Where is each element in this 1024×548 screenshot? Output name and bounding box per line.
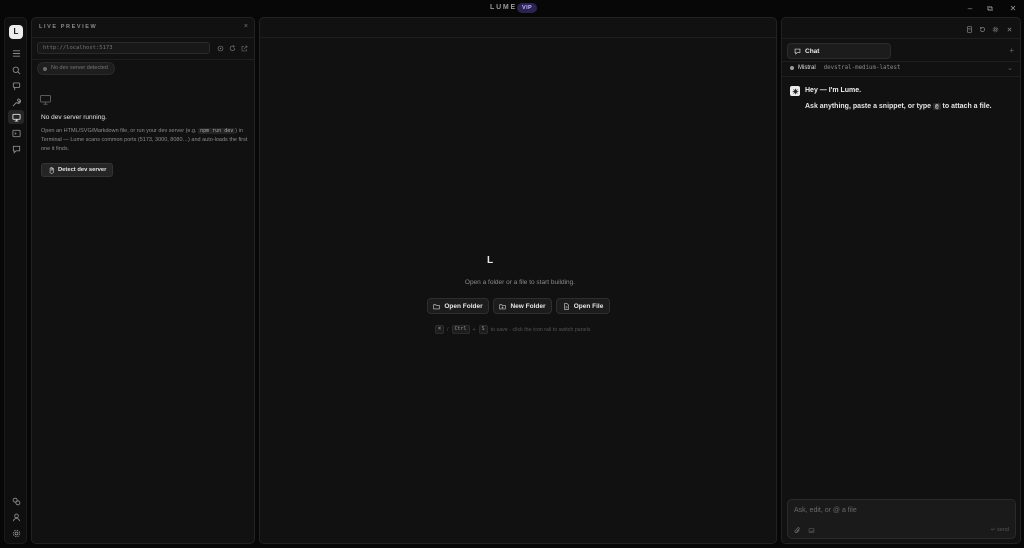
hint-text: to save · click the icon rail to switch … <box>490 326 591 333</box>
wrench-icon[interactable] <box>8 95 24 109</box>
composer-input[interactable]: Ask, edit, or @ a file <box>794 507 857 514</box>
model-selector[interactable]: Mistral devstral-medium-latest <box>790 65 900 71</box>
folder-icon <box>433 303 440 309</box>
model-name: devstral-medium-latest <box>823 65 901 71</box>
status-chip: No dev server detected <box>37 62 115 75</box>
refresh-icon[interactable] <box>227 43 237 53</box>
chat-bubble-icon[interactable] <box>8 142 24 156</box>
settings-icon[interactable] <box>990 24 1001 35</box>
editor-panel: L Open a folder or a file to start build… <box>259 17 777 544</box>
external-link-icon[interactable] <box>239 43 249 53</box>
image-icon[interactable] <box>807 526 816 535</box>
welcome-text: Open a folder or a file to start buildin… <box>464 279 576 286</box>
file-icon <box>563 302 569 310</box>
sparkle-icon <box>792 88 798 94</box>
history-icon[interactable] <box>977 24 988 35</box>
maximize-button[interactable]: ⧉ <box>984 3 996 14</box>
close-panel-button[interactable]: × <box>244 23 248 30</box>
hint-plus: + <box>472 326 476 333</box>
message-text: to attach a file. <box>940 103 992 110</box>
tab-chat[interactable]: Chat <box>787 43 891 59</box>
gear-icon[interactable] <box>8 526 24 540</box>
live-preview-panel: LIVE PREVIEW × No dev server detected No… <box>31 17 255 544</box>
link-icon[interactable] <box>8 494 24 508</box>
app-title: LUME <box>490 4 518 11</box>
close-icon[interactable] <box>1004 24 1015 35</box>
divider <box>782 61 1020 62</box>
desc-text: Open an HTML/SVG/Markdown file, or run y… <box>41 128 199 134</box>
assistant-avatar <box>790 86 800 96</box>
preview-url-input[interactable] <box>37 42 210 54</box>
empty-state-description: Open an HTML/SVG/Markdown file, or run y… <box>41 127 251 155</box>
divider <box>32 37 254 38</box>
open-folder-label: Open Folder <box>444 302 483 310</box>
chat-composer[interactable]: Ask, edit, or @ a file ↵ send <box>787 499 1016 539</box>
chevron-down-icon[interactable]: ⌄ <box>1007 64 1013 72</box>
center-logo: L <box>487 255 494 266</box>
chat-panel: Chat + Mistral devstral-medium-latest ⌄ … <box>781 17 1021 544</box>
vip-badge: VIP <box>517 3 538 13</box>
tab-bar-divider <box>260 37 776 38</box>
divider <box>782 76 1020 77</box>
terminal-icon[interactable] <box>8 126 24 140</box>
notes-icon[interactable] <box>964 24 975 35</box>
status-chip-label: No dev server detected <box>51 65 108 71</box>
activity-rail: L <box>4 17 27 544</box>
new-folder-label: New Folder <box>510 302 546 310</box>
assistant-message: Ask anything, paste a snippet, or type @… <box>805 103 992 110</box>
title-bar: LUME VIP – ⧉ ✕ <box>0 0 1024 17</box>
s-key: S <box>478 325 488 334</box>
assistant-greeting: Hey — I'm Lume. <box>805 87 862 94</box>
ctrl-key: Ctrl <box>451 325 470 334</box>
target-icon[interactable] <box>215 43 225 53</box>
model-provider: Mistral <box>798 65 816 71</box>
minimize-button[interactable]: – <box>964 3 976 14</box>
tab-chat-label: Chat <box>805 47 820 55</box>
git-icon[interactable] <box>8 79 24 93</box>
chat-bubble-icon <box>794 48 801 55</box>
close-window-button[interactable]: ✕ <box>1007 3 1019 14</box>
message-text: Ask anything, paste a snippet, or type <box>805 103 933 110</box>
model-status-dot <box>790 66 794 70</box>
app-logo[interactable]: L <box>9 25 23 39</box>
send-button[interactable]: ↵ send <box>991 527 1009 533</box>
folder-plus-icon <box>499 303 507 309</box>
menu-icon[interactable] <box>8 46 24 60</box>
open-file-label: Open File <box>573 302 604 310</box>
command-snippet: npm run dev <box>198 128 236 134</box>
divider <box>32 59 254 60</box>
open-file-button[interactable]: Open File <box>556 298 610 314</box>
divider <box>782 38 1020 39</box>
panel-header: LIVE PREVIEW <box>39 24 98 30</box>
hand-icon <box>49 166 54 174</box>
user-icon[interactable] <box>8 510 24 524</box>
open-folder-button[interactable]: Open Folder <box>427 298 489 314</box>
detect-button-label: Detect dev server <box>58 167 107 173</box>
cmd-key: ⌘ <box>435 325 445 334</box>
empty-state-title: No dev server running. <box>41 114 107 121</box>
status-dot <box>43 66 47 71</box>
new-folder-button[interactable]: New Folder <box>493 298 552 314</box>
monitor-icon[interactable] <box>8 110 24 124</box>
monitor-icon <box>40 95 51 105</box>
search-icon[interactable] <box>8 63 24 77</box>
keyboard-hint: ⌘ / Ctrl + S to save · click the icon ra… <box>435 325 590 334</box>
at-mention-chip: @ <box>932 103 941 110</box>
hint-separator: / <box>447 326 449 333</box>
detect-dev-server-button[interactable]: Detect dev server <box>41 163 114 177</box>
paperclip-icon[interactable] <box>793 526 802 535</box>
new-chat-button[interactable]: + <box>1009 46 1014 55</box>
